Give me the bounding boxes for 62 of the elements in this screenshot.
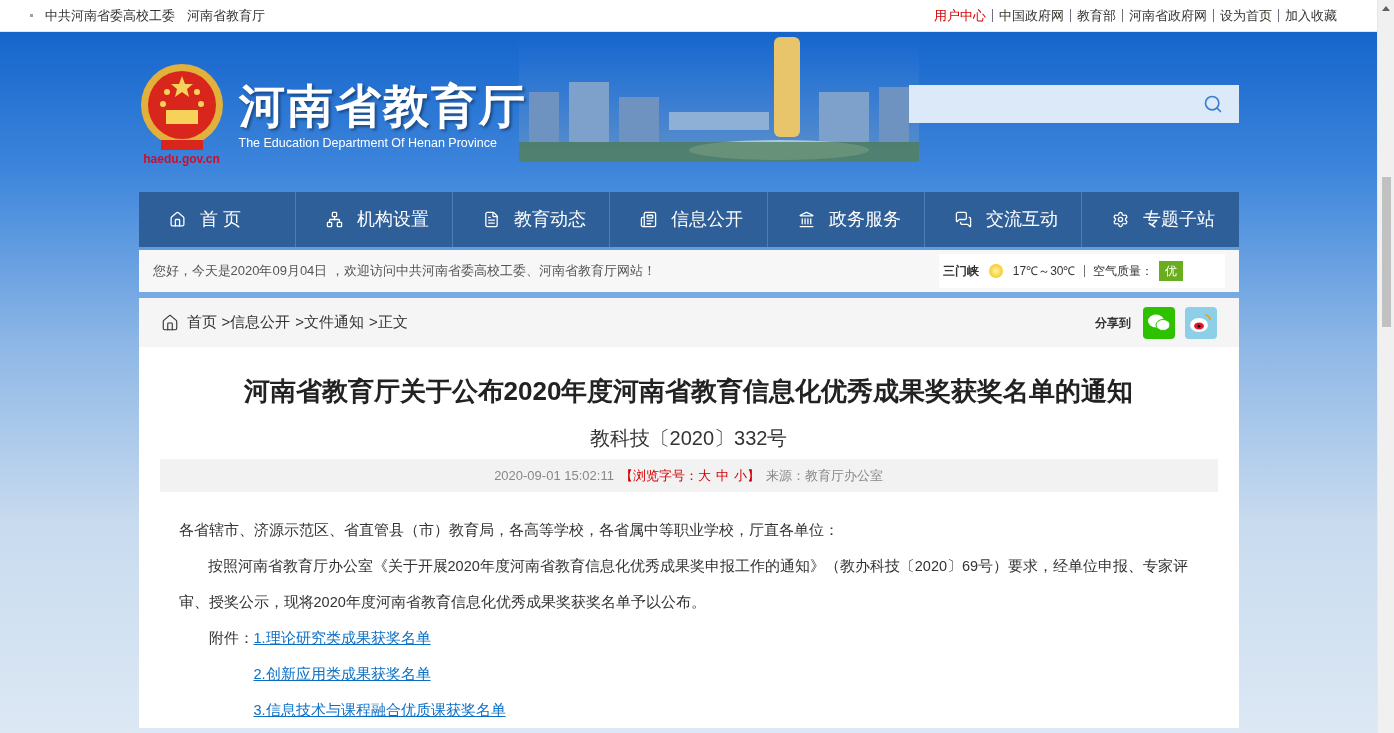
document-icon bbox=[483, 211, 501, 228]
source-text: 来源：教育厅办公室 bbox=[765, 466, 883, 485]
search-field[interactable] bbox=[908, 85, 1239, 123]
breadcrumb-link[interactable]: >文件通知 bbox=[295, 311, 365, 334]
font-size-link[interactable]: 小 bbox=[733, 465, 747, 486]
landmark-icon bbox=[797, 211, 815, 228]
nav-item[interactable]: 专题子站 bbox=[1081, 192, 1239, 247]
nav-item[interactable]: 交流互动 bbox=[923, 192, 1082, 247]
chat-icon bbox=[954, 211, 972, 228]
site-title: 河南省教育厅 bbox=[238, 80, 527, 132]
home-icon bbox=[168, 211, 186, 228]
nav-item[interactable]: 机构设置 bbox=[294, 192, 453, 247]
attachment-link[interactable]: 1.理论研究类成果获奖名单 bbox=[253, 620, 506, 656]
gear-icon bbox=[1112, 211, 1130, 228]
font-size-link[interactable]: 中 bbox=[715, 465, 729, 486]
chat-share-button[interactable] bbox=[1142, 306, 1175, 339]
bullet-icon bbox=[30, 14, 33, 17]
scrollbar[interactable] bbox=[1377, 0, 1394, 733]
top-link[interactable]: 中共河南省委高校工委 bbox=[45, 5, 175, 26]
breadcrumb-link[interactable]: 首页 bbox=[186, 311, 217, 334]
attachment-link[interactable]: 3.信息技术与课程融合优质课获奖名单 bbox=[253, 692, 506, 728]
scroll-up-icon[interactable] bbox=[1382, 6, 1390, 11]
eye-logo-icon bbox=[1188, 311, 1213, 334]
domain-text: haedu.gov.cn bbox=[143, 151, 220, 168]
top-link[interactable]: 中国政府网 bbox=[992, 9, 1064, 22]
breadcrumb-link[interactable]: >正文 bbox=[369, 311, 408, 334]
nav-item[interactable]: 政务服务 bbox=[766, 192, 924, 247]
weather-city: 三门峡 bbox=[942, 263, 979, 280]
chat-bubbles-icon bbox=[1146, 312, 1171, 333]
font-size-link[interactable]: 大 bbox=[697, 465, 711, 486]
top-link[interactable]: 河南省教育厅 bbox=[187, 5, 265, 26]
site-subtitle: The Education Department Of Henan Province bbox=[238, 135, 498, 152]
sun-icon bbox=[988, 264, 1003, 278]
sitemap-icon bbox=[325, 211, 343, 228]
top-link[interactable]: 设为首页 bbox=[1213, 9, 1272, 22]
document-number: 教科技〔2020〕332号 bbox=[588, 426, 789, 451]
search-icon bbox=[1202, 94, 1223, 114]
top-link[interactable]: 河南省政府网 bbox=[1122, 9, 1207, 22]
weibo-share-button[interactable] bbox=[1184, 306, 1217, 339]
article-title: 河南省教育厅关于公布2020年度河南省教育信息化优秀成果奖获奖名单的通知 bbox=[242, 375, 1135, 408]
top-link[interactable]: 教育部 bbox=[1070, 9, 1116, 22]
font-size-label: 【浏览字号：大 中 小】 bbox=[619, 465, 760, 486]
top-link[interactable]: 用户中心 bbox=[934, 9, 986, 22]
newspaper-icon bbox=[640, 211, 658, 228]
greeting-text: 您好，今天是2020年09月04日 ，欢迎访问中共河南省委高校工委、河南省教育厅网站！ bbox=[152, 262, 656, 281]
emblem-icon bbox=[138, 62, 225, 152]
top-link[interactable]: 加入收藏 bbox=[1278, 9, 1337, 22]
attachment-label: 附件： bbox=[208, 629, 254, 648]
paragraph: 按照河南省教育厅办公室《关于开展2020年度河南省教育信息化优秀成果奖申报工作的通知》（教办科技〔2020〕69号）要求，经单位申报、专家评审、授奖公示，现将2020年度河南省教育信息化优秀成果奖获奖名单予以公布。 bbox=[178, 557, 1189, 612]
attachment-link[interactable]: 2.创新应用类成果获奖名单 bbox=[253, 656, 506, 692]
publish-time: 2020-09-01 15:02:11 bbox=[494, 466, 614, 485]
nav-item[interactable]: 信息公开 bbox=[609, 192, 767, 247]
air-quality-badge: 优 bbox=[1158, 261, 1183, 281]
share-label: 分享到 bbox=[1094, 314, 1131, 332]
paragraph: 各省辖市、济源示范区、省直管县（市）教育局，各高等学校，各省属中等职业学校，厅直各单位： bbox=[178, 521, 840, 540]
weather-temperature: 17℃～30℃ bbox=[1012, 263, 1076, 280]
air-quality-label: 空气质量： bbox=[1092, 263, 1153, 280]
scrollbar-thumb[interactable] bbox=[1381, 177, 1391, 327]
nav-item[interactable]: 教育动态 bbox=[452, 192, 610, 247]
nav-item[interactable]: 首 页 bbox=[138, 192, 295, 247]
breadcrumb-link[interactable]: >信息公开 bbox=[221, 311, 291, 334]
home-icon bbox=[160, 313, 179, 332]
